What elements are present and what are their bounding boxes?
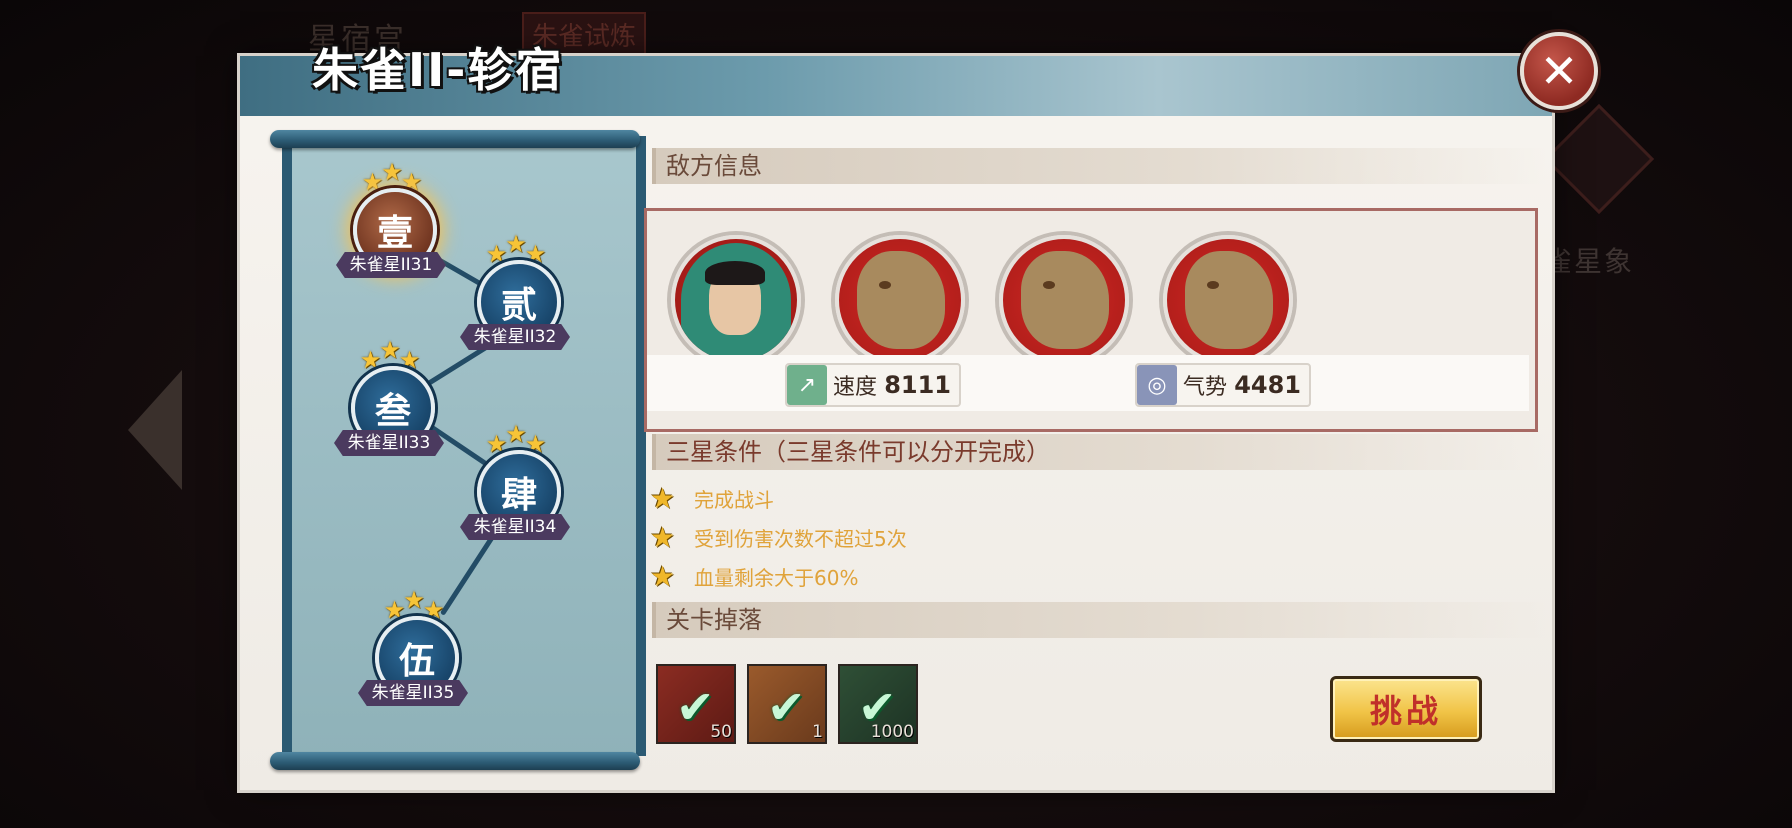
star-icon: ★: [650, 559, 676, 593]
close-button[interactable]: ✕: [1520, 32, 1598, 110]
star-icon: ★: [650, 520, 676, 554]
background-left-arrow-icon: [128, 370, 182, 490]
enemy-stats-row: ↗ 速度 8111 ◎ 气势 4481: [647, 355, 1529, 411]
enemy-portrait[interactable]: [835, 235, 965, 365]
stage-label: 朱雀星II33: [334, 430, 444, 456]
star-icon: ★: [650, 481, 676, 515]
star-icon: ★: [403, 586, 424, 614]
star-icon: ★: [505, 230, 526, 258]
claimed-check-icon: ✔: [767, 680, 806, 734]
star-icon: ★: [381, 158, 402, 186]
condition-text: 血量剩余大于60%: [694, 565, 859, 590]
condition-item: ★ 血量剩余大于60%: [650, 559, 859, 593]
conditions-header: 三星条件（三星条件可以分开完成）: [652, 434, 1546, 470]
condition-text: 受到伤害次数不超过5次: [694, 526, 907, 551]
drop-count: 1000: [870, 722, 914, 742]
claimed-check-icon: ✔: [676, 680, 715, 734]
stage-node-3[interactable]: ★★★ 叁 朱雀星II33: [334, 336, 444, 456]
speed-label: 速度: [833, 375, 878, 400]
wolf-portrait-icon: [1021, 251, 1109, 349]
momentum-value: 4481: [1234, 371, 1301, 399]
condition-item: ★ 完成战斗: [650, 481, 774, 515]
scroll-rod-bottom: [270, 752, 640, 770]
stage-node-2[interactable]: ★★★ 贰 朱雀星II32: [460, 230, 570, 350]
drop-item[interactable]: ✔ 50: [656, 664, 736, 744]
speed-stat: ↗ 速度 8111: [785, 363, 961, 407]
star-icon: ★: [505, 420, 526, 448]
drop-count: 1: [812, 722, 823, 742]
stage-node-5[interactable]: ★★★ 伍 朱雀星II35: [358, 586, 468, 706]
condition-text: 完成战斗: [694, 487, 774, 512]
scroll-rod-top: [270, 130, 640, 148]
speed-value: 8111: [884, 371, 951, 399]
drops-header: 关卡掉落: [652, 602, 1546, 638]
stage-label: 朱雀星II35: [358, 680, 468, 706]
momentum-icon: ◎: [1137, 365, 1177, 405]
challenge-button[interactable]: 挑战: [1330, 676, 1482, 742]
background-right-label: 雀星象: [1544, 245, 1635, 278]
speed-icon: ↗: [787, 365, 827, 405]
drop-item[interactable]: ✔ 1: [747, 664, 827, 744]
enemy-portrait[interactable]: [1163, 235, 1293, 365]
momentum-label: 气势: [1183, 375, 1228, 400]
stage-label: 朱雀星II34: [460, 514, 570, 540]
enemy-portrait[interactable]: [671, 235, 801, 365]
wolf-portrait-icon: [857, 251, 945, 349]
stage-label: 朱雀星II31: [336, 252, 446, 278]
enemy-info-header: 敌方信息: [652, 148, 1546, 184]
stage-label: 朱雀星II32: [460, 324, 570, 350]
stage-node-4[interactable]: ★★★ 肆 朱雀星II34: [460, 420, 570, 540]
star-icon: ★: [379, 336, 400, 364]
stage-node-1[interactable]: ★★★ 壹 朱雀星II31: [336, 158, 446, 278]
drop-count: 50: [710, 722, 732, 742]
background-emblem-icon: [1543, 103, 1655, 215]
condition-item: ★ 受到伤害次数不超过5次: [650, 520, 907, 554]
drop-item[interactable]: ✔ 1000: [838, 664, 918, 744]
dialog-title: 朱雀II-轸宿: [312, 43, 564, 97]
hero-hair: [705, 261, 765, 285]
enemy-portrait[interactable]: [999, 235, 1129, 365]
enemy-info-panel: ↗ 速度 8111 ◎ 气势 4481: [644, 208, 1538, 432]
momentum-stat: ◎ 气势 4481: [1135, 363, 1311, 407]
wolf-portrait-icon: [1185, 251, 1273, 349]
